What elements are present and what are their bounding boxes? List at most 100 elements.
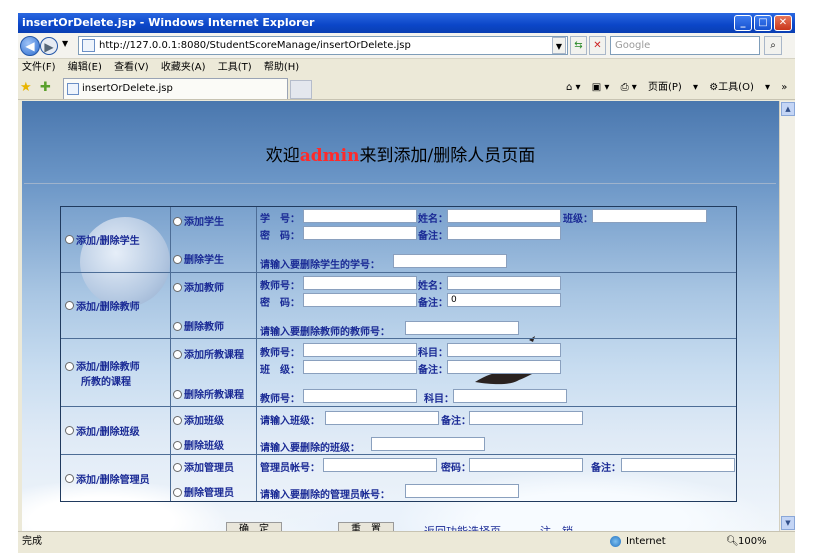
close-button[interactable]: ✕ — [774, 15, 792, 31]
course-category[interactable]: 添加/删除教师 所教的课程 — [61, 339, 171, 406]
student-note-input[interactable] — [447, 226, 561, 240]
admin-note-input[interactable] — [621, 458, 735, 472]
add-student-option[interactable]: 添加学生 — [173, 213, 224, 228]
add-admin-option[interactable]: 添加管理员 — [173, 459, 234, 474]
scroll-up-icon[interactable]: ▲ — [781, 102, 795, 116]
search-icon[interactable]: ⌕ — [764, 36, 782, 55]
menu-bar: 文件(F) 编辑(E) 查看(V) 收藏夹(A) 工具(T) 帮助(H) — [18, 59, 795, 76]
radio-button[interactable] — [173, 441, 182, 450]
page-menu[interactable]: 页面(P) ▾ — [648, 82, 698, 93]
student-name-input[interactable] — [447, 209, 561, 223]
course-options: 添加所教课程 删除所教课程 — [171, 339, 257, 407]
tab-current[interactable]: insertOrDelete.jsp — [63, 78, 288, 99]
delete-student-option[interactable]: 删除学生 — [173, 251, 224, 266]
menu-file[interactable]: 文件(F) — [22, 62, 56, 73]
confirm-button[interactable]: 确 定 — [226, 522, 282, 531]
stop-icon[interactable]: ✕ — [589, 36, 606, 55]
favorites-star-icon[interactable]: ★ — [20, 80, 32, 95]
radio-button[interactable] — [173, 416, 182, 425]
student-class-label: 班级： — [563, 214, 593, 225]
teacher-note-input[interactable]: 0 — [447, 293, 561, 307]
vertical-scrollbar[interactable]: ▲ ▼ — [779, 101, 795, 531]
radio-button[interactable] — [65, 473, 74, 483]
new-tab-button[interactable] — [290, 80, 312, 99]
history-dropdown-icon[interactable]: ▼ — [62, 39, 68, 48]
course-teacher-id-input[interactable] — [303, 343, 417, 357]
search-input[interactable]: Google — [610, 36, 760, 55]
radio-button[interactable] — [173, 217, 182, 226]
tools-menu[interactable]: ⚙工具(O) ▾ — [709, 82, 770, 93]
logout-link[interactable]: 注 销 — [540, 523, 573, 531]
delete-teacher-option[interactable]: 删除教师 — [173, 318, 224, 333]
class-name-input[interactable] — [325, 411, 439, 425]
admin-options: 添加管理员 删除管理员 — [171, 455, 257, 501]
admin-section: 添加/删除管理员 添加管理员 删除管理员 管理员帐号： 密码： 备注： 请输入要… — [61, 455, 736, 501]
print-icon[interactable]: ⎙ ▾ — [621, 82, 637, 93]
admin-category[interactable]: 添加/删除管理员 — [61, 455, 171, 501]
student-password-input[interactable] — [303, 226, 417, 240]
teacher-note-label: 备注： — [418, 298, 448, 309]
zoom-level[interactable]: 100% — [738, 532, 767, 552]
radio-button[interactable] — [65, 426, 74, 435]
delete-admin-option[interactable]: 删除管理员 — [173, 484, 234, 499]
chevron-more-icon[interactable]: » — [781, 82, 787, 93]
back-to-menu-link[interactable]: 返回功能选择页 — [424, 523, 501, 531]
menu-tools[interactable]: 工具(T) — [218, 62, 252, 73]
delete-student-prompt: 请输入要删除学生的学号： — [260, 260, 380, 271]
menu-favorites[interactable]: 收藏夹(A) — [161, 62, 206, 73]
delete-teacher-id-input[interactable] — [405, 321, 519, 335]
class-section: 添加/删除班级 添加班级 删除班级 请输入班级： 备注： 请输入要删除的班级： — [61, 407, 736, 455]
radio-button[interactable] — [173, 255, 182, 264]
add-favorite-icon[interactable]: ✚ — [40, 80, 51, 95]
radio-button[interactable] — [173, 350, 182, 359]
reset-button[interactable]: 重 置 — [338, 522, 394, 531]
refresh-icon[interactable]: ⇆ — [570, 36, 587, 55]
delete-admin-input[interactable] — [405, 484, 519, 498]
course-teacher-id-label: 教师号： — [260, 348, 300, 359]
add-course-option[interactable]: 添加所教课程 — [173, 346, 244, 361]
add-class-option[interactable]: 添加班级 — [173, 412, 224, 427]
class-note-input[interactable] — [469, 411, 583, 425]
menu-help[interactable]: 帮助(H) — [264, 62, 299, 73]
radio-button[interactable] — [173, 283, 182, 292]
scroll-down-icon[interactable]: ▼ — [781, 516, 795, 530]
back-icon[interactable]: ◀ — [20, 36, 40, 56]
course-subject-input[interactable] — [447, 343, 561, 357]
delete-course-option[interactable]: 删除所教课程 — [173, 386, 244, 401]
admin-password-input[interactable] — [469, 458, 583, 472]
delete-course-subject-input[interactable] — [453, 389, 567, 403]
teacher-password-input[interactable] — [303, 293, 417, 307]
admin-account-input[interactable] — [323, 458, 437, 472]
class-category[interactable]: 添加/删除班级 — [61, 407, 171, 454]
teacher-category[interactable]: 添加/删除教师 — [61, 273, 171, 338]
delete-class-input[interactable] — [371, 437, 485, 451]
teacher-id-input[interactable] — [303, 276, 417, 290]
home-icon[interactable]: ⌂ ▾ — [566, 82, 581, 93]
student-class-input[interactable] — [592, 209, 707, 223]
maximize-button[interactable]: □ — [754, 15, 772, 31]
radio-button[interactable] — [173, 463, 182, 472]
teacher-name-input[interactable] — [447, 276, 561, 290]
student-id-input[interactable] — [303, 209, 417, 223]
feeds-icon[interactable]: ▣ ▾ — [592, 82, 610, 93]
menu-edit[interactable]: 编辑(E) — [68, 62, 102, 73]
delete-class-option[interactable]: 删除班级 — [173, 437, 224, 452]
url-dropdown-icon[interactable]: ▼ — [552, 37, 566, 54]
delete-course-teacher-id-input[interactable] — [303, 389, 417, 403]
add-teacher-option[interactable]: 添加教师 — [173, 279, 224, 294]
delete-student-id-input[interactable] — [393, 254, 507, 268]
radio-button[interactable] — [173, 322, 182, 331]
teacher-id-label: 教师号： — [260, 281, 300, 292]
radio-button[interactable] — [65, 301, 74, 310]
forward-icon[interactable]: ▶ — [40, 37, 58, 55]
radio-button[interactable] — [65, 361, 74, 371]
course-class-input[interactable] — [303, 360, 417, 374]
url-field[interactable]: http://127.0.0.1:8080/StudentScoreManage… — [78, 36, 568, 55]
menu-view[interactable]: 查看(V) — [114, 62, 149, 73]
radio-button[interactable] — [173, 390, 182, 399]
radio-button[interactable] — [65, 235, 74, 244]
student-category[interactable]: 添加/删除学生 — [61, 207, 171, 272]
course-note-input[interactable] — [447, 360, 561, 374]
minimize-button[interactable]: _ — [734, 15, 752, 31]
radio-button[interactable] — [173, 488, 182, 497]
